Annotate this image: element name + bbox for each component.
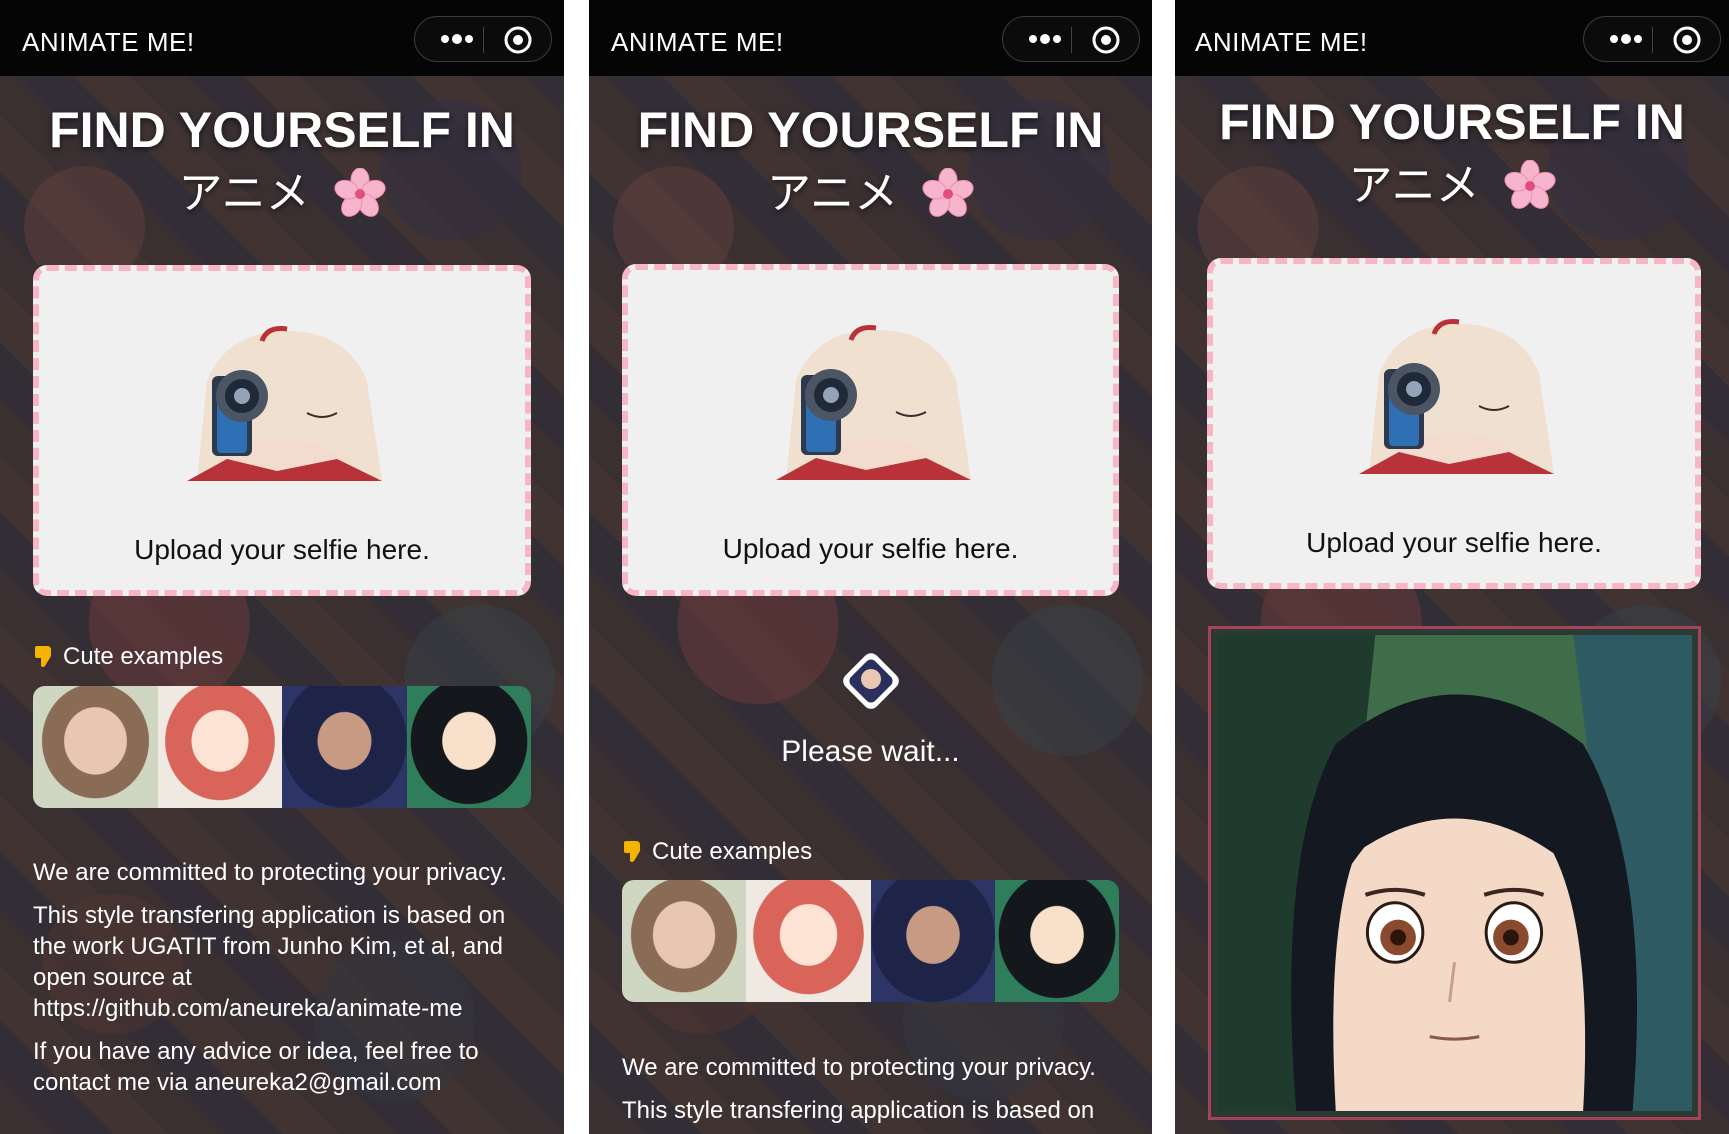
app-title: ANIMATE ME! xyxy=(1195,27,1368,57)
upload-label: Upload your selfie here. xyxy=(722,533,1019,564)
hero-line-1: FIND YOURSELF IN xyxy=(1219,94,1685,150)
example-selfie-1 xyxy=(33,686,158,808)
examples-heading: Cute examples xyxy=(33,643,223,671)
target-close-icon[interactable] xyxy=(1091,25,1121,55)
upload-box[interactable]: Upload your selfie here. xyxy=(1207,258,1701,589)
privacy-notice: We are committed to protecting your priv… xyxy=(33,857,536,1110)
hero-title: FIND YOURSELF IN アニメ xyxy=(0,100,564,224)
more-dots-icon[interactable] xyxy=(1606,29,1646,49)
examples-heading-text: Cute examples xyxy=(63,643,224,670)
privacy-line-1: We are committed to protecting your priv… xyxy=(33,859,507,886)
example-selfie-1 xyxy=(622,880,747,1002)
upload-box[interactable]: Upload your selfie here. xyxy=(33,265,531,596)
example-selfie-2 xyxy=(282,686,407,808)
pointing-down-hand-icon xyxy=(35,646,51,667)
mini-program-capsule xyxy=(1002,16,1140,62)
more-dots-icon[interactable] xyxy=(1025,29,1065,49)
example-anime-2 xyxy=(994,880,1119,1002)
more-dots-icon[interactable] xyxy=(437,29,477,49)
hero-title: FIND YOURSELF IN アニメ xyxy=(1175,92,1729,216)
example-anime-1 xyxy=(157,686,282,808)
cherry-blossom-icon xyxy=(333,167,386,217)
hero-line-1: FIND YOURSELF IN xyxy=(637,102,1104,158)
capsule-divider xyxy=(483,27,484,53)
app-title: ANIMATE ME! xyxy=(611,27,784,57)
result-image-frame[interactable] xyxy=(1208,626,1701,1120)
camera-girl-illustration xyxy=(187,326,382,481)
mini-program-capsule xyxy=(1583,16,1721,62)
upload-label: Upload your selfie here. xyxy=(1306,527,1602,558)
privacy-notice: We are committed to protecting your priv… xyxy=(622,1052,1124,1134)
upload-label: Upload your selfie here. xyxy=(134,534,430,565)
cherry-blossom-icon xyxy=(1503,159,1556,209)
privacy-line-1: We are committed to protecting your priv… xyxy=(622,1054,1096,1081)
privacy-line-2-partial: This style transfering application is ba… xyxy=(622,1097,1095,1124)
privacy-line-2: This style transfering application is ba… xyxy=(33,902,506,1022)
example-selfie-2 xyxy=(870,880,995,1002)
top-bar: ANIMATE ME! xyxy=(1175,0,1729,76)
target-close-icon[interactable] xyxy=(503,25,533,55)
examples-heading: Cute examples xyxy=(622,838,812,866)
screen-loading: ANIMATE ME! FIND YOURSELF IN アニメ Upload … xyxy=(589,0,1152,1134)
app-title: ANIMATE ME! xyxy=(22,27,195,57)
cherry-blossom-icon xyxy=(922,167,974,217)
examples-strip[interactable] xyxy=(622,880,1119,1002)
hero-line-2: アニメ xyxy=(178,167,310,219)
top-bar: ANIMATE ME! xyxy=(0,0,564,76)
target-close-icon[interactable] xyxy=(1672,25,1702,55)
examples-strip[interactable] xyxy=(33,686,531,808)
hero-line-2: アニメ xyxy=(766,167,899,219)
hero-title: FIND YOURSELF IN アニメ xyxy=(589,100,1152,224)
loading-text: Please wait... xyxy=(781,735,960,768)
example-anime-1 xyxy=(746,880,871,1002)
capsule-divider xyxy=(1071,27,1072,53)
anime-portrait-result xyxy=(1217,635,1692,1111)
hero-line-2: アニメ xyxy=(1348,159,1480,211)
loading-avatar-icon xyxy=(842,653,899,709)
capsule-divider xyxy=(1652,27,1653,53)
camera-girl-illustration xyxy=(775,325,971,480)
screen-initial: ANIMATE ME! FIND YOURSELF IN アニメ Upload … xyxy=(0,0,564,1134)
privacy-line-3: If you have any advice or idea, feel fre… xyxy=(33,1038,479,1096)
examples-heading-text: Cute examples xyxy=(652,838,813,865)
pointing-down-hand-icon xyxy=(624,841,640,862)
top-bar: ANIMATE ME! xyxy=(589,0,1152,76)
screen-result: ANIMATE ME! FIND YOURSELF IN アニメ Upload … xyxy=(1175,0,1729,1134)
camera-girl-illustration xyxy=(1359,319,1554,474)
upload-box[interactable]: Upload your selfie here. xyxy=(622,264,1119,596)
mini-program-capsule xyxy=(414,16,552,62)
example-anime-2 xyxy=(406,686,531,808)
hero-line-1: FIND YOURSELF IN xyxy=(49,102,515,158)
